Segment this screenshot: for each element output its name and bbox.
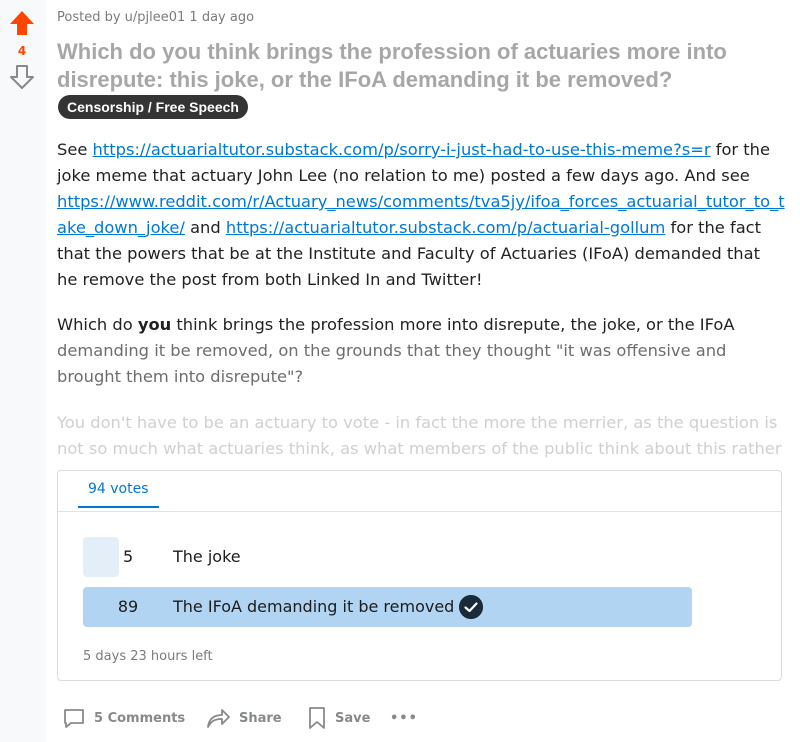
comments-label: 5 Comments [94,710,186,726]
text: think brings the profession more into di… [171,315,735,334]
post-flair[interactable]: Censorship / Free Speech [58,95,248,119]
text: and [184,218,226,237]
selected-check-icon [459,595,483,619]
poll-option-count: 89 [117,597,139,616]
comment-icon [64,709,84,728]
text: See [57,140,93,159]
share-button[interactable]: Share [205,703,282,733]
poll-widget: 94 votes 5 The joke 89 The IFoA demandin… [57,470,782,681]
post-meta: Posted by u/pjlee01 1 day ago [57,10,255,25]
meme-link[interactable]: https://actuarialtutor.substack.com/p/so… [93,140,711,159]
gollum-link[interactable]: https://actuarialtutor.substack.com/p/ac… [226,218,665,237]
emphasis: you [137,315,172,334]
poll-header: 94 votes [58,471,781,512]
body-paragraph-2: Which do you think brings the profession… [57,312,785,390]
share-label: Share [239,710,282,726]
save-label: Save [335,710,371,726]
body-paragraph-3: You don't have to be an actuary to vote … [57,413,782,458]
post-score: 4 [17,44,27,58]
poll-option-joke[interactable]: 5 The joke [83,537,723,577]
poll-option-label: The IFoA demanding it be removed [173,597,455,616]
poll-votes-tab[interactable]: 94 votes [78,481,158,508]
bookmark-icon [309,707,325,729]
upvote-icon[interactable] [9,10,35,36]
text: Which do [57,315,138,334]
save-button[interactable]: Save [307,703,370,733]
post-title[interactable]: Which do you think brings the profession… [57,38,757,94]
text: demanding it be removed, on the grounds … [57,341,727,386]
poll-option-label: The joke [173,547,241,566]
poll-result-bar [83,537,119,577]
post-body: See https://actuarialtutor.substack.com/… [57,137,785,409]
more-options-icon[interactable]: ••• [390,703,418,733]
vote-column: 4 [0,0,46,742]
comments-button[interactable]: 5 Comments [62,703,185,733]
share-icon [207,709,230,728]
poll-time-left: 5 days 23 hours left [83,649,213,664]
downvote-icon[interactable] [9,64,35,90]
body-paragraph-1: See https://actuarialtutor.substack.com/… [57,137,785,293]
truncated-paragraph: You don't have to be an actuary to vote … [57,410,785,462]
poll-option-ifoa[interactable]: 89 The IFoA demanding it be removed [83,587,723,627]
